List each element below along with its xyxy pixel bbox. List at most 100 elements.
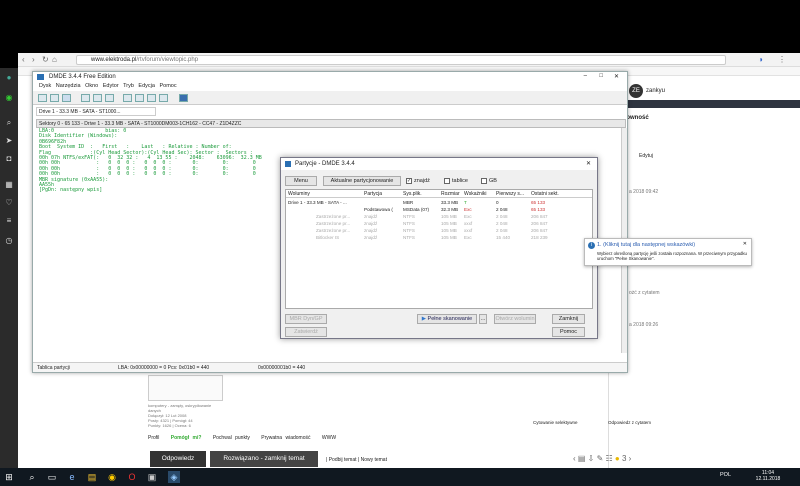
tool-list-icon[interactable] bbox=[50, 94, 59, 102]
found-checkbox[interactable]: ✓ znajdź bbox=[406, 177, 430, 185]
chrome-icon[interactable]: ◉ bbox=[106, 471, 118, 483]
col-last[interactable]: Ostatni sekt. bbox=[531, 190, 559, 198]
table-row[interactable]: Zastrzeżone pr... znajdź NTFS 105 MB Exc 2 04… bbox=[286, 213, 592, 220]
table-cell: 218 239 bbox=[531, 235, 548, 240]
tool-open-icon[interactable] bbox=[105, 94, 114, 102]
table-row[interactable]: Bitlocker IS znajdź NTFS 105 MB Exc 15 440 218… bbox=[286, 234, 592, 241]
reply-button[interactable]: Odpowiedz bbox=[150, 451, 206, 467]
app-icon[interactable]: ▣ bbox=[146, 471, 158, 483]
tool-play-icon[interactable] bbox=[62, 94, 71, 102]
table-cell: 206 847 bbox=[531, 221, 548, 226]
tool-hex-icon[interactable] bbox=[123, 94, 132, 102]
extension-icon[interactable]: ◑ bbox=[758, 55, 763, 64]
edit-link[interactable]: Edytuj bbox=[639, 153, 653, 159]
tables-checkbox[interactable]: tablice bbox=[444, 177, 468, 185]
search-icon[interactable]: ⌕ bbox=[4, 118, 14, 128]
username[interactable]: zankyu bbox=[646, 88, 665, 94]
heart-icon[interactable]: ♡ bbox=[4, 198, 14, 208]
search-icon[interactable]: ⌕ bbox=[26, 471, 38, 483]
table-row[interactable]: Zastrzeżone pr... znajdź NTFS 105 MB xxxf 2 0… bbox=[286, 227, 592, 234]
start-icon[interactable]: ⊞ bbox=[3, 471, 15, 483]
table-cell: NTFS bbox=[403, 221, 415, 226]
tool-text-icon[interactable] bbox=[135, 94, 144, 102]
hint-close-icon[interactable]: ✕ bbox=[743, 241, 747, 247]
apply-button[interactable]: Zatwierdź bbox=[285, 327, 327, 337]
pager[interactable]: ‹ ▤ ⇩ ✎ ☷ ● 3 › bbox=[573, 454, 631, 463]
maximize-icon[interactable]: □ bbox=[599, 73, 603, 79]
messenger-icon[interactable]: ● bbox=[4, 73, 14, 83]
dialog-close-icon[interactable]: ✕ bbox=[586, 160, 591, 167]
quote-link[interactable]: ożć z cytatem bbox=[629, 290, 660, 296]
tool-dir-icon[interactable] bbox=[93, 94, 102, 102]
more-button[interactable]: ... bbox=[479, 314, 487, 324]
menu-tools[interactable]: Narzędzia bbox=[56, 83, 81, 89]
menu-button[interactable]: Menu bbox=[285, 176, 317, 186]
home-icon[interactable]: ⌂ bbox=[52, 55, 57, 64]
new-topic-link[interactable]: Nowy temat bbox=[361, 457, 387, 463]
menu-bar: Dysk Narzędzia Okno Edytor Tryb Edycja P… bbox=[33, 82, 627, 91]
mbr-button[interactable]: MBR Dyn/GP bbox=[285, 314, 327, 324]
explorer-icon[interactable]: ▤ bbox=[86, 471, 98, 483]
list-icon[interactable]: ≡ bbox=[4, 216, 14, 226]
menu-icon[interactable]: ⋮ bbox=[778, 55, 786, 64]
www-link[interactable]: WWW bbox=[322, 435, 336, 441]
menu-disk[interactable]: Dysk bbox=[39, 83, 51, 89]
open-volume-button[interactable]: Otwórz wolumin bbox=[494, 314, 536, 324]
gb-checkbox[interactable]: GB bbox=[481, 177, 497, 185]
full-scan-button[interactable]: ▶ Pełne skanowanie bbox=[417, 314, 477, 324]
pm-link[interactable]: Prywatna wiadomość bbox=[261, 435, 310, 441]
tool-logo-icon[interactable] bbox=[179, 94, 188, 102]
avatar[interactable]: ZE bbox=[629, 84, 643, 98]
table-row[interactable]: Podstawowa (MSData (07) 32.3 MB Exc 2 048 65… bbox=[286, 206, 592, 213]
task-view-icon[interactable]: ▭ bbox=[46, 471, 58, 483]
col-flags[interactable]: Wskaźniki bbox=[464, 190, 487, 198]
helped-link[interactable]: Pomógł mi? bbox=[171, 435, 202, 441]
col-fs[interactable]: Sys.plik. bbox=[403, 190, 422, 198]
menu-editor[interactable]: Edytor bbox=[103, 83, 119, 89]
menu-mode[interactable]: Tryb bbox=[123, 83, 134, 89]
reload-icon[interactable]: ↻ bbox=[42, 55, 49, 64]
back-icon[interactable]: ‹ bbox=[22, 55, 25, 64]
col-size[interactable]: Rozmiar bbox=[441, 190, 460, 198]
col-partition[interactable]: Partycja bbox=[364, 190, 382, 198]
current-partitioning-button[interactable]: Aktualne partycjonowanie bbox=[323, 176, 401, 186]
bump-link[interactable]: Podbij temat bbox=[329, 457, 357, 463]
close-topic-button[interactable]: Rozwiązano - zamknij temat bbox=[210, 451, 318, 467]
close-icon[interactable]: ✕ bbox=[614, 73, 619, 80]
profile-link[interactable]: Profil bbox=[148, 435, 159, 441]
close-button[interactable]: Zamknij bbox=[552, 314, 585, 324]
minimize-icon[interactable]: – bbox=[584, 73, 587, 79]
grid-icon[interactable]: ▦ bbox=[4, 180, 14, 190]
edge-icon[interactable]: e bbox=[66, 471, 78, 483]
tool-table-icon[interactable] bbox=[159, 94, 168, 102]
table-cell: NTFS bbox=[403, 228, 415, 233]
tool-view-icon[interactable] bbox=[147, 94, 156, 102]
whatsapp-icon[interactable]: ◉ bbox=[4, 93, 14, 103]
tool-scan-icon[interactable] bbox=[81, 94, 90, 102]
reply-quote[interactable]: Odpowiedz z cytatem bbox=[608, 420, 651, 425]
hint-balloon[interactable]: i 1. (Kliknij tutaj dla następnej wskazó… bbox=[584, 238, 752, 266]
hint-title[interactable]: 1. (Kliknij tutaj dla następnej wskazówk… bbox=[597, 242, 695, 248]
table-row[interactable]: Drive 1 - 33.3 MB - SATA - ... MBR 33.3 MB… bbox=[286, 199, 592, 206]
clock-icon[interactable]: ◷ bbox=[4, 236, 14, 246]
col-first[interactable]: Pierwszy s... bbox=[496, 190, 524, 198]
post-actions: Profil Pomógł mi? Pochwal punkty Prywatn… bbox=[148, 435, 336, 441]
table-row[interactable]: Zastrzeżone pr... znajdź NTFS 105 MB xxxf 2 0… bbox=[286, 220, 592, 227]
url-input[interactable]: www.elektroda.pl/rtvforum/viewtopic.php bbox=[76, 55, 726, 65]
menu-edit[interactable]: Edycja bbox=[138, 83, 155, 89]
clock[interactable]: 11:04 12.11.2018 bbox=[748, 470, 788, 482]
menu-help[interactable]: Pomoc bbox=[159, 83, 176, 89]
drive-selector[interactable]: Drive 1 - 33.3 MB - SATA - ST1000... bbox=[36, 107, 156, 116]
menu-window[interactable]: Okno bbox=[85, 83, 98, 89]
camera-icon[interactable]: ◘ bbox=[4, 154, 14, 164]
selective-quote[interactable]: Cytowanie selektywne bbox=[533, 420, 578, 425]
forward-icon[interactable]: › bbox=[32, 55, 35, 64]
praise-link[interactable]: Pochwal punkty bbox=[213, 435, 250, 441]
help-button[interactable]: Pomoc bbox=[552, 327, 585, 337]
language-indicator[interactable]: POL bbox=[720, 472, 731, 478]
opera-icon[interactable]: O bbox=[126, 471, 138, 483]
dmde-task-icon[interactable]: ◈ bbox=[168, 471, 180, 483]
col-volumes[interactable]: Woluminy bbox=[288, 190, 310, 198]
send-icon[interactable]: ➤ bbox=[4, 136, 14, 146]
tool-disk-icon[interactable] bbox=[38, 94, 47, 102]
